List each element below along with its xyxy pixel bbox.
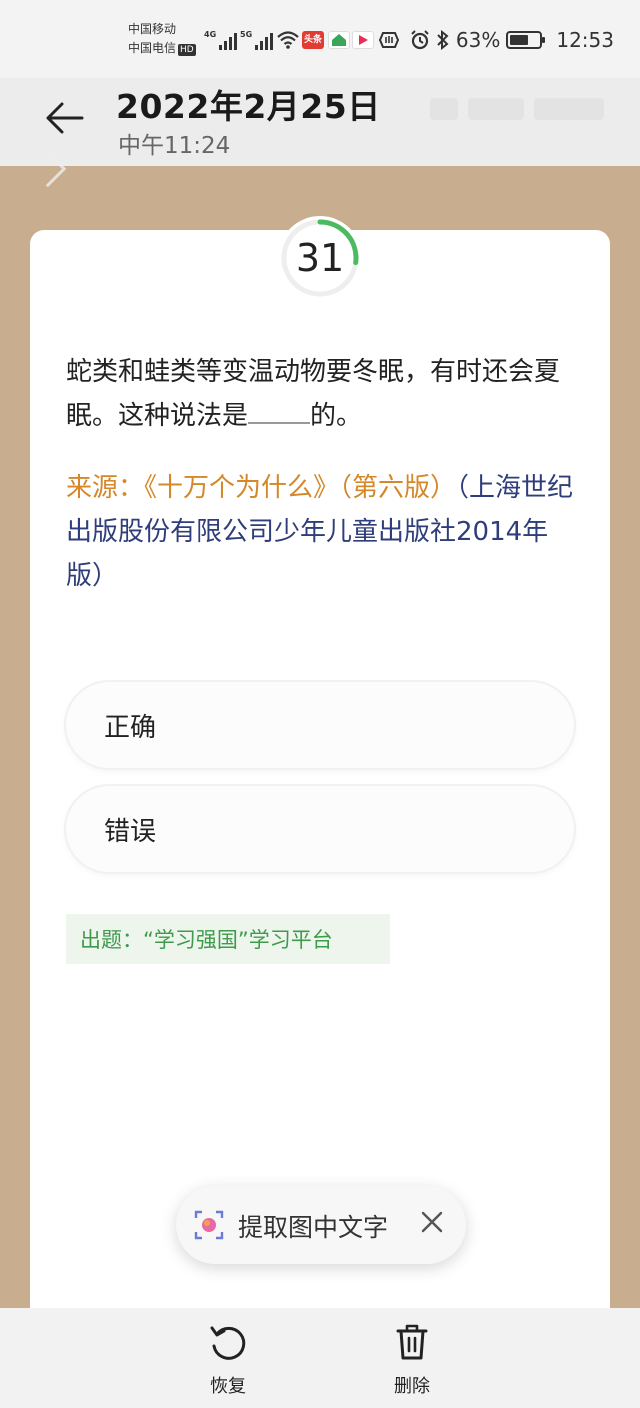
photo-time: 中午11:24 <box>118 133 231 159</box>
option-label: 错误 <box>104 816 157 847</box>
toutiao-app-icon: 头条 <box>302 31 324 49</box>
close-icon[interactable] <box>418 1208 446 1236</box>
option-correct[interactable]: 正确 <box>66 682 574 768</box>
question-text: 蛇类和蛙类等变温动物要冬眠，有时还会夏眠。这种说法是 的。 <box>66 350 586 438</box>
signal-strength-icon: 4G <box>204 30 238 50</box>
carrier-info: 中国移动 中国电信 HD <box>128 20 196 58</box>
question-author-tag: 出题：“学习强国”学习平台 <box>66 914 390 964</box>
signal-strength-icon-2: 5G <box>240 30 274 50</box>
home-app-icon <box>328 31 350 49</box>
network-type-2: 5G <box>240 30 253 39</box>
answer-blank <box>248 396 311 424</box>
extract-text-chip[interactable]: 提取图中文字 <box>176 1186 466 1264</box>
carrier-2: 中国电信 <box>128 41 177 55</box>
viewer-header: 2022年2月25日 中午11:24 <box>0 78 640 166</box>
option-wrong[interactable]: 错误 <box>66 786 574 872</box>
bottom-toolbar: 恢复 删除 <box>0 1308 640 1408</box>
hand-icon <box>378 32 400 48</box>
background-artifact <box>468 98 524 120</box>
battery-level <box>510 35 528 45</box>
alarm-icon <box>411 30 429 50</box>
restore-label: 恢复 <box>210 1376 246 1397</box>
wifi-icon <box>277 31 299 49</box>
source-label: 来源：《十万个为什么》（第六版） <box>66 473 457 503</box>
photo-date: 2022年2月25日 <box>116 87 381 126</box>
restore-icon <box>210 1326 246 1360</box>
background-artifact <box>430 98 458 120</box>
option-label: 正确 <box>104 712 157 743</box>
question-progress-ring: 31 <box>278 206 362 300</box>
delete-label: 删除 <box>394 1376 430 1397</box>
carrier-1: 中国移动 <box>128 22 177 36</box>
question-number: 31 <box>295 236 345 280</box>
background-artifact <box>534 98 604 120</box>
text-scan-icon <box>194 1210 224 1240</box>
status-bar: 中国移动 中国电信 HD 4G 5G 头条 63% 12:53 <box>0 0 640 78</box>
question-text-part-2: 的。 <box>310 401 363 431</box>
delete-button[interactable]: 删除 <box>372 1322 452 1402</box>
clock: 12:53 <box>556 28 614 52</box>
trash-icon <box>396 1324 428 1360</box>
battery-percent: 63% <box>455 28 501 52</box>
back-arrow-icon[interactable] <box>40 96 90 140</box>
question-source: 来源：《十万个为什么》（第六版）（上海世纪出版股份有限公司少年儿童出版社2014… <box>66 466 586 598</box>
extract-text-label: 提取图中文字 <box>238 1213 389 1242</box>
network-type-1: 4G <box>204 30 217 39</box>
bluetooth-icon <box>437 30 449 50</box>
restore-button[interactable]: 恢复 <box>188 1322 268 1402</box>
hd-badge: HD <box>178 44 196 56</box>
battery-icon <box>506 31 546 49</box>
video-app-icon <box>352 31 374 49</box>
